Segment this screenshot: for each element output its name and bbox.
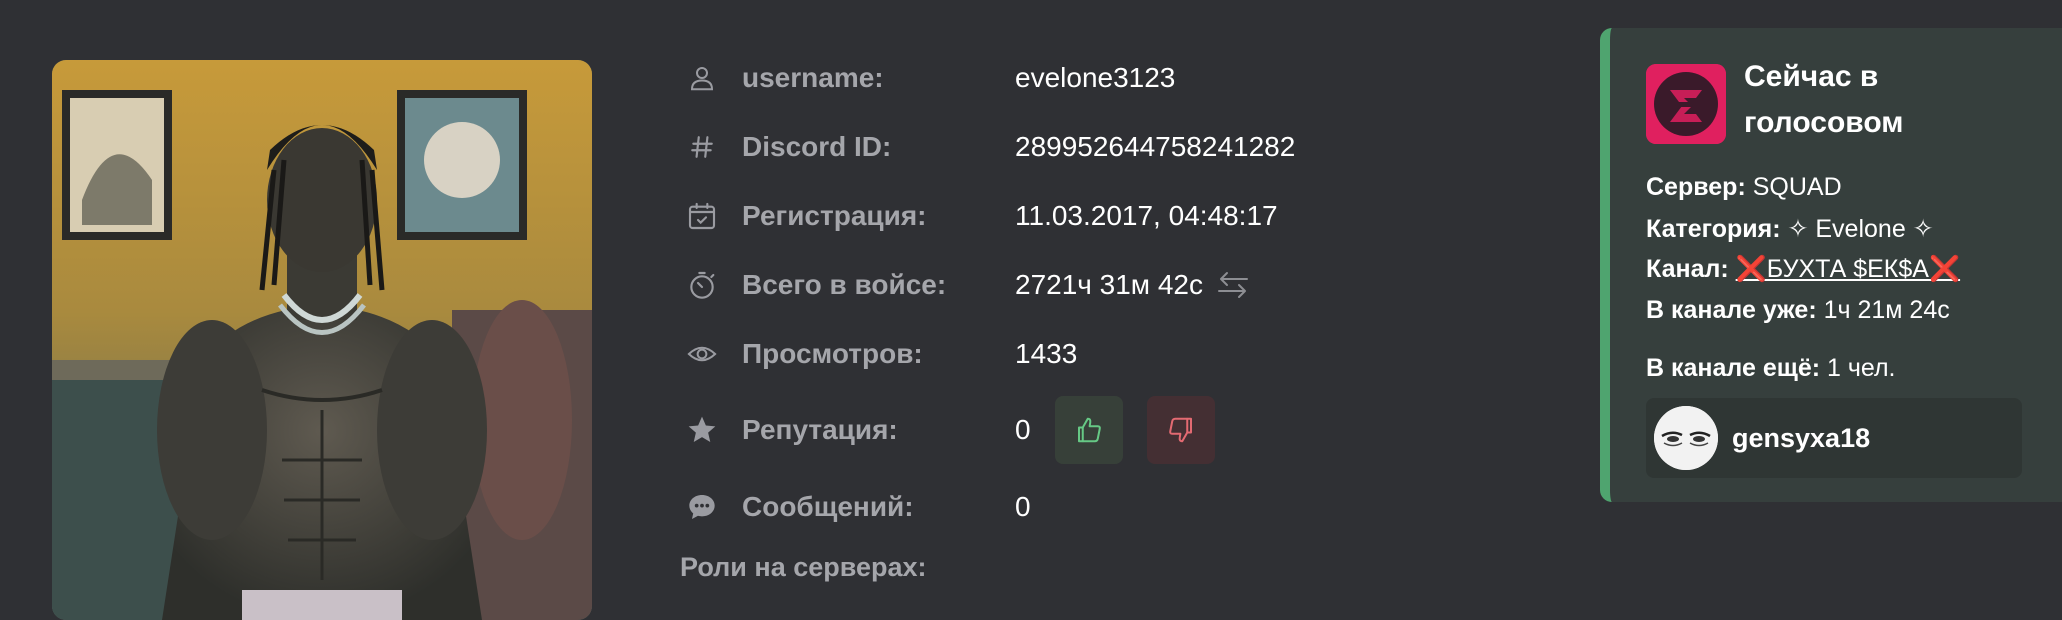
server-line: Сервер: SQUAD (1646, 173, 1842, 202)
thumbs-up-icon (1077, 417, 1101, 443)
discord-id-label: Discord ID: (742, 131, 892, 162)
member-avatar (1654, 406, 1718, 470)
server-logo[interactable] (1646, 64, 1726, 144)
voice-total-value: 2721ч 31м 42с (1015, 269, 1203, 300)
in-channel-value: 1ч 21м 24с (1823, 296, 1950, 324)
downvote-button[interactable] (1146, 396, 1215, 464)
thumbs-down-icon (1168, 417, 1192, 443)
member-name: gensyxa18 (1732, 422, 1871, 453)
messages-value: 0 (1015, 491, 1031, 522)
views-label: Просмотров: (742, 338, 923, 369)
server-value: SQUAD (1752, 173, 1842, 201)
category-line: Категория: ✧ Evelone ✧ (1646, 214, 1934, 244)
channel-link[interactable]: ❌БУХТА $ЕК$А❌ (1736, 255, 1960, 283)
reputation-label: Репутация: (742, 414, 898, 445)
more-in-channel-value: 1 чел. (1827, 354, 1896, 382)
channel-line: Канал: ❌БУХТА $ЕК$А❌ (1646, 255, 1960, 284)
profile-info: username: evelone3123 Discord ID: 289952… (680, 0, 1580, 592)
channel-member-item[interactable]: gensyxa18 (1646, 398, 2022, 478)
profile-avatar-image (52, 60, 592, 620)
swap-arrows-icon[interactable] (1215, 269, 1251, 301)
upvote-button[interactable] (1054, 396, 1123, 464)
discord-id-value: 289952644758241282 (1015, 131, 1296, 162)
user-icon (680, 56, 724, 100)
messages-label: Сообщений: (742, 491, 914, 522)
in-channel-line: В канале уже: 1ч 21м 24с (1646, 296, 1950, 325)
stopwatch-icon (680, 263, 724, 307)
star-icon (680, 408, 724, 452)
voice-card-title: Сейчас в голосовом (1744, 60, 1904, 139)
more-in-channel-line: В канале ещё: 1 чел. (1646, 354, 1896, 383)
reputation-value-wrap: 0 (1015, 396, 1215, 464)
hash-icon (680, 125, 724, 169)
roles-section-title: Роли на серверах: (680, 552, 927, 582)
category-value: ✧ Evelone ✧ (1787, 215, 1934, 243)
channel-label: Канал: (1646, 255, 1729, 283)
registration-value: 11.03.2017, 04:48:17 (1015, 200, 1278, 231)
username-label: username: (742, 62, 884, 93)
voice-status-card: Сейчас в голосовом Сервер: SQUAD Категор… (1600, 28, 2062, 502)
eye-icon (680, 332, 724, 376)
username-value: evelone3123 (1015, 62, 1176, 93)
views-value: 1433 (1015, 338, 1078, 369)
voice-total-label: Всего в войсе: (742, 269, 947, 300)
chat-bubble-icon (680, 485, 724, 529)
in-channel-label: В канале уже: (1646, 296, 1817, 324)
server-label: Сервер: (1646, 173, 1746, 201)
category-label: Категория: (1646, 215, 1781, 243)
reputation-value: 0 (1015, 414, 1031, 445)
voice-total-value-wrap: 2721ч 31м 42с (1015, 269, 1251, 301)
more-in-channel-label: В канале ещё: (1646, 354, 1821, 382)
registration-label: Регистрация: (742, 200, 927, 231)
calendar-check-icon (680, 194, 724, 238)
